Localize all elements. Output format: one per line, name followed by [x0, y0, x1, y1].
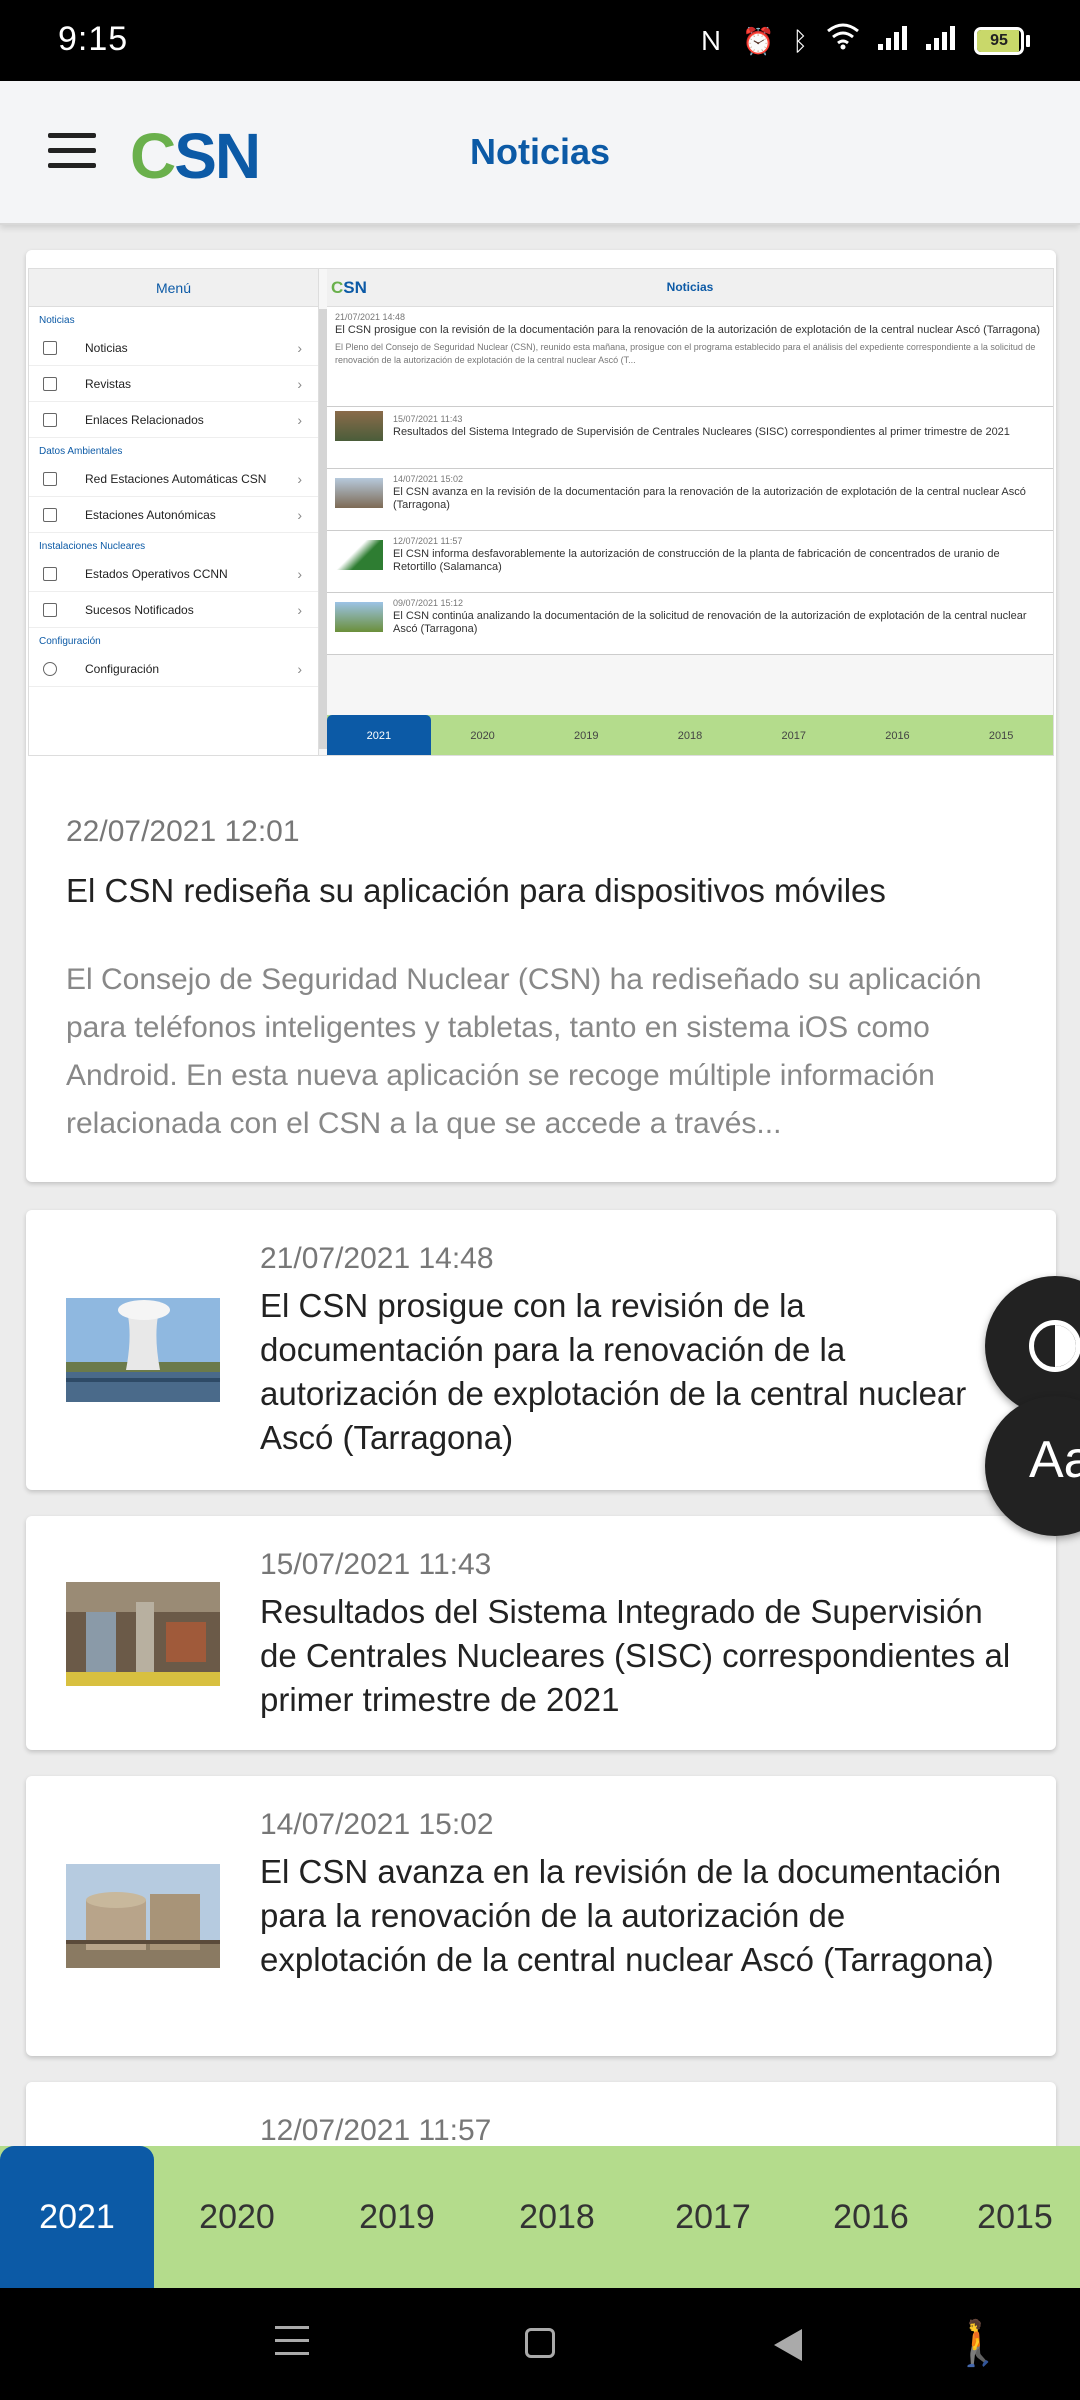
battery-tip	[1026, 34, 1030, 47]
nfc-icon: Ｎ	[698, 25, 725, 56]
system-nav-bar: 🚶	[0, 2288, 1080, 2400]
preview-news-item: 12/07/2021 11:57 El CSN informa desfavora…	[327, 531, 1053, 593]
preview-news-item: 14/07/2021 15:02 El CSN avanza en la revi…	[327, 469, 1053, 531]
year-tab-2021[interactable]: 2021	[0, 2146, 154, 2288]
year-tab-2017[interactable]: 2017	[636, 2146, 790, 2288]
year-tab-2020[interactable]: 2020	[160, 2146, 314, 2288]
news-list[interactable]: Menú Noticias Noticias › Revistas › Enlace…	[0, 228, 1080, 2146]
preview-app-bar: CSN Noticias	[327, 269, 1053, 307]
preview-title: Noticias	[666, 280, 714, 294]
chevron-right-icon: ›	[297, 411, 302, 428]
preview-news-item: 15/07/2021 11:43 Resultados del Sistema I…	[327, 407, 1053, 469]
preview-news-item: 09/07/2021 15:12 El CSN continúa analizan…	[327, 593, 1053, 655]
news-date: 12/07/2021 11:57	[260, 2114, 492, 2146]
preview-menu-item: Sucesos Notificados ›	[29, 592, 318, 628]
signal-icon	[926, 23, 956, 59]
trend-icon	[43, 507, 57, 522]
chevron-right-icon: ›	[297, 660, 302, 677]
news-card[interactable]: 12/07/2021 11:57	[26, 2082, 1056, 2146]
news-date: 15/07/2021 11:43	[260, 1548, 492, 1581]
preview-menu-item: Red Estaciones Automáticas CSN ›	[29, 461, 318, 497]
news-card[interactable]: 21/07/2021 14:48 El CSN prosigue con la …	[26, 1210, 1056, 1490]
status-bar: 9:15 Ｎ ⏰ ᛒ 95	[0, 0, 1080, 81]
preview-scrollbar	[319, 309, 327, 749]
year-tab-2018[interactable]: 2018	[480, 2146, 634, 2288]
news-title[interactable]: Resultados del Sistema Integrado de Supe…	[260, 1590, 1020, 1722]
preview-year-tabs: 2021 2020 2019 2018 2017 2016 2015	[327, 715, 1053, 755]
chevron-right-icon: ›	[297, 506, 302, 523]
news-thumbnail	[66, 1582, 220, 1686]
signal-icon	[878, 23, 908, 59]
battery-level: 95	[990, 31, 1008, 49]
news-title[interactable]: El CSN prosigue con la revisión de la do…	[260, 1284, 1020, 1460]
preview-news-item: 21/07/2021 14:48 El CSN prosigue con la …	[327, 307, 1053, 407]
featured-news-card[interactable]: Menú Noticias Noticias › Revistas › Enlace…	[26, 250, 1056, 1182]
status-icons: Ｎ ⏰ ᛒ 95	[698, 22, 1030, 59]
year-tab-2015[interactable]: 2015	[950, 2146, 1080, 2288]
text-size-label: Aa	[1029, 1431, 1080, 1489]
bluetooth-icon: ᛒ	[792, 25, 808, 56]
preview-menu-item: Estaciones Autonómicas ›	[29, 497, 318, 533]
document-icon	[43, 602, 57, 617]
home-icon[interactable]	[510, 2316, 570, 2372]
preview-main: CSN Noticias 21/07/2021 14:48 El CSN pro…	[327, 269, 1053, 755]
preview-menu: Menú Noticias Noticias › Revistas › Enlace…	[29, 269, 319, 755]
news-title[interactable]: El CSN rediseña su aplicación para dispo…	[66, 872, 1026, 910]
contrast-icon	[1029, 1320, 1080, 1372]
recents-icon[interactable]	[262, 2316, 322, 2372]
featured-image: Menú Noticias Noticias › Revistas › Enlace…	[28, 268, 1054, 756]
year-tab-2016[interactable]: 2016	[794, 2146, 948, 2288]
chevron-right-icon: ›	[297, 375, 302, 392]
year-tab-2019[interactable]: 2019	[320, 2146, 474, 2288]
preview-menu-title: Menú	[29, 269, 318, 307]
battery-icon: 95	[974, 26, 1030, 55]
news-thumbnail	[66, 1864, 220, 1968]
gear-icon	[43, 661, 57, 676]
preview-section-title: Noticias	[39, 315, 75, 326]
news-date: 21/07/2021 14:48	[260, 1242, 494, 1275]
news-date: 22/07/2021 12:01	[66, 815, 300, 848]
preview-menu-item: Revistas ›	[29, 366, 318, 402]
chevron-right-icon: ›	[297, 339, 302, 356]
link-icon	[43, 412, 57, 427]
status-time: 9:15	[58, 20, 129, 58]
preview-section-title: Datos Ambientales	[39, 446, 123, 457]
chevron-right-icon: ›	[297, 470, 302, 487]
app-bar: CSN Noticias	[0, 81, 1080, 225]
preview-section-title: Instalaciones Nucleares	[39, 541, 146, 552]
accessibility-icon[interactable]: 🚶	[948, 2316, 1008, 2372]
preview-menu-item: Noticias ›	[29, 330, 318, 366]
chevron-right-icon: ›	[297, 601, 302, 618]
battery-body: 95	[974, 26, 1024, 55]
preview-section-title: Configuración	[39, 636, 101, 647]
news-thumbnail	[66, 1298, 220, 1402]
magazine-icon	[43, 376, 57, 391]
preview-menu-item: Enlaces Relacionados ›	[29, 402, 318, 438]
alarm-icon: ⏰	[742, 25, 775, 56]
page-title: Noticias	[469, 131, 611, 172]
wifi-icon	[826, 22, 860, 59]
news-card[interactable]: 14/07/2021 15:02 El CSN avanza en la rev…	[26, 1776, 1056, 2056]
news-title[interactable]: El CSN avanza en la revisión de la docum…	[260, 1850, 1020, 1982]
news-summary: El Consejo de Seguridad Nuclear (CSN) ha…	[66, 963, 982, 1140]
preview-menu-item: Estados Operativos CCNN ›	[29, 556, 318, 592]
news-icon	[43, 340, 57, 355]
chevron-right-icon: ›	[297, 565, 302, 582]
map-icon	[43, 471, 57, 486]
year-tabs: 2021 2020 2019 2018 2017 2016 2015	[0, 2146, 1080, 2288]
preview-menu-item: Configuración ›	[29, 651, 318, 687]
clipboard-icon	[43, 566, 57, 581]
news-date: 14/07/2021 15:02	[260, 1808, 494, 1841]
news-card[interactable]: 15/07/2021 11:43 Resultados del Sistema …	[26, 1516, 1056, 1750]
back-icon[interactable]	[758, 2316, 818, 2372]
